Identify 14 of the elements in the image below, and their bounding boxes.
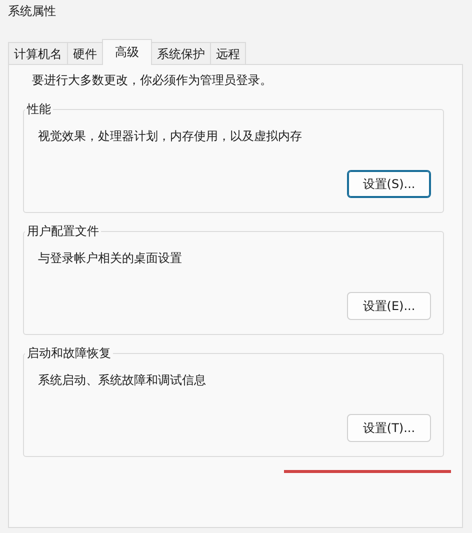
tab[interactable]: 计算机名: [8, 42, 68, 64]
group-description: 与登录帐户相关的桌面设置: [38, 250, 183, 267]
settings-button[interactable]: 设置(E)...: [347, 292, 431, 320]
settings-button[interactable]: 设置(T)...: [347, 414, 431, 442]
group-description: 视觉效果，处理器计划，内存使用，以及虚拟内存: [38, 128, 303, 145]
admin-notice: 要进行大多数更改，你必须作为管理员登录。: [32, 72, 273, 89]
group-description: 系统启动、系统故障和调试信息: [38, 372, 207, 389]
tab[interactable]: 远程: [210, 42, 246, 64]
group-title: 启动和故障恢复: [25, 345, 113, 361]
settings-button[interactable]: 设置(S)...: [347, 170, 431, 198]
window-title: 系统属性: [7, 3, 57, 20]
group-title: 性能: [25, 101, 53, 117]
tab[interactable]: 高级: [102, 39, 152, 65]
group-title: 用户配置文件: [25, 223, 101, 239]
